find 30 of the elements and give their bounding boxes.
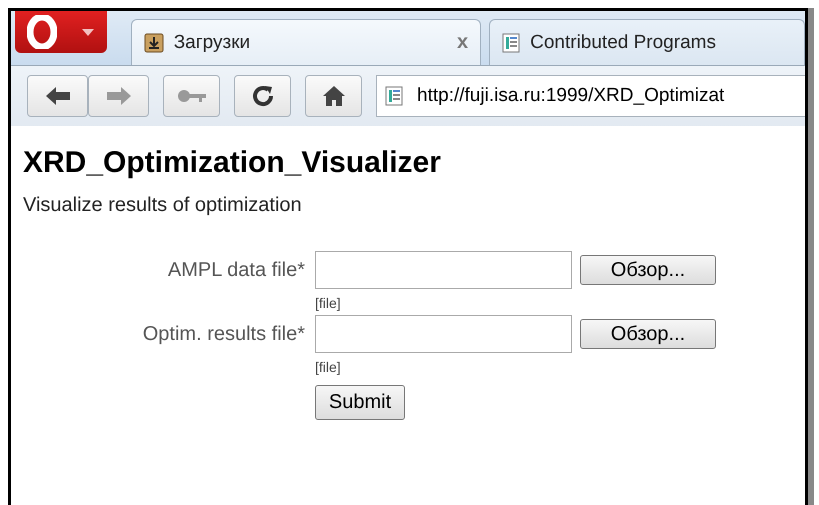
browser-tab[interactable]: Contributed Programs (489, 19, 805, 65)
file-field[interactable] (315, 251, 572, 289)
submit-button[interactable]: Submit (315, 385, 405, 420)
page-icon (502, 32, 520, 52)
address-bar[interactable]: http://fuji.isa.ru:1999/XRD_Optimizat (376, 75, 805, 117)
file-field[interactable] (315, 315, 572, 353)
dropdown-caret-icon (82, 28, 94, 36)
key-button[interactable] (163, 75, 220, 117)
page-title: XRD_Optimization_Visualizer (23, 146, 442, 180)
close-icon[interactable]: x (456, 31, 468, 54)
page-subtitle: Visualize results of optimization (23, 194, 303, 217)
opera-menu-button[interactable] (15, 11, 107, 53)
browse-button[interactable]: Обзор... (580, 319, 716, 349)
field-label: Optim. results file* (142, 322, 305, 346)
logo-icon (27, 15, 58, 49)
field-hint: [file] (315, 294, 342, 313)
back-button[interactable] (27, 75, 88, 117)
reload-button[interactable] (234, 75, 291, 117)
field-hint: [file] (315, 358, 342, 377)
home-icon (322, 85, 346, 107)
key-icon (176, 89, 206, 103)
back-arrow-icon (46, 87, 70, 105)
forward-arrow-icon (106, 87, 130, 105)
home-button[interactable] (305, 75, 362, 117)
field-label: AMPL data file* (166, 258, 305, 282)
page-icon (385, 86, 403, 106)
browser-tab[interactable]: Загрузки x (130, 19, 482, 65)
download-icon (144, 32, 164, 52)
browse-button[interactable]: Обзор... (580, 255, 716, 285)
reload-icon (250, 84, 274, 108)
